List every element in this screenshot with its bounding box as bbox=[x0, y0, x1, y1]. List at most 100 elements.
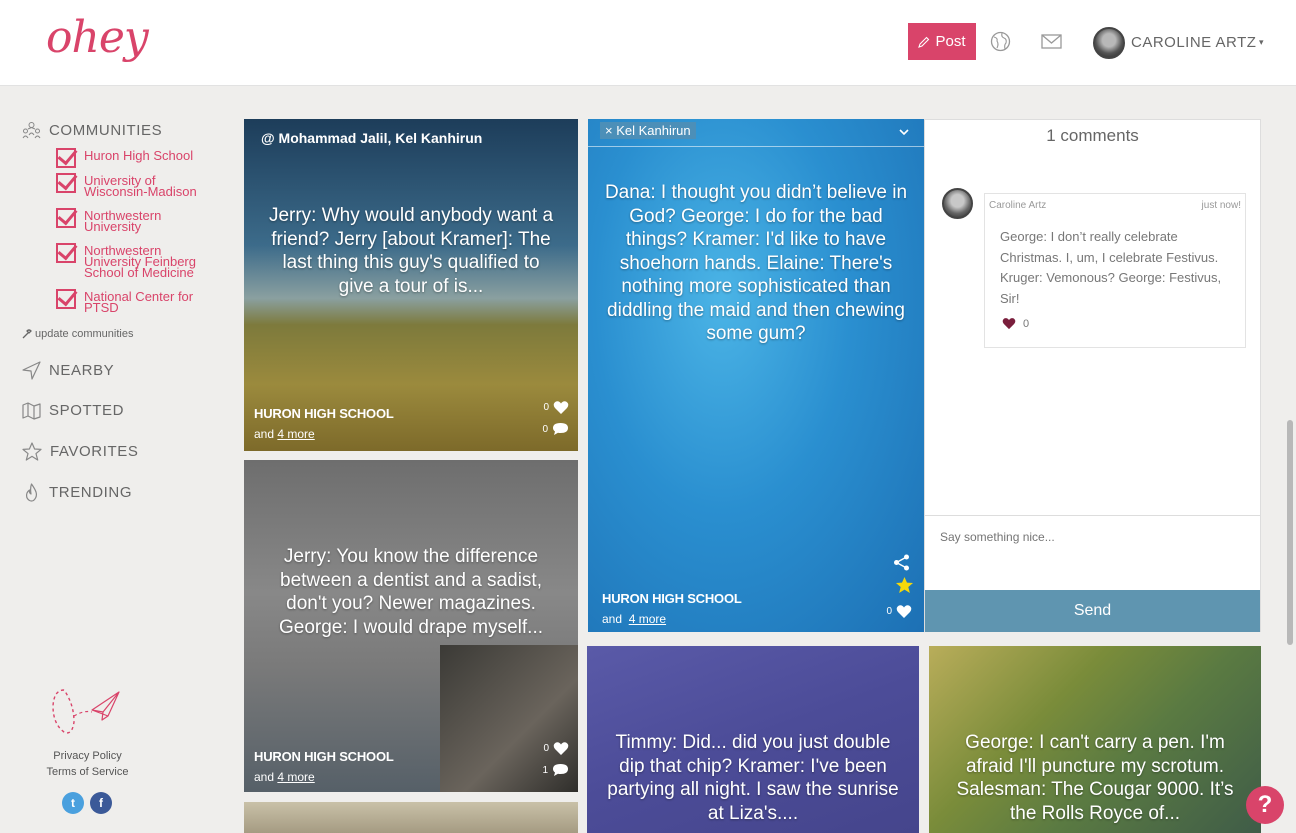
wrench-icon bbox=[22, 329, 32, 339]
community-item[interactable]: Huron High School bbox=[56, 148, 216, 168]
community-label: National Center for PTSD bbox=[84, 289, 194, 315]
update-communities-label: update communities bbox=[35, 328, 134, 340]
comment-count[interactable]: 0 bbox=[542, 422, 569, 436]
sidebar-item-label: NEARBY bbox=[49, 362, 115, 379]
like-count[interactable]: 0 bbox=[886, 604, 912, 619]
mention-label[interactable]: @ Mohammad Jalil, Kel Kanhirun bbox=[261, 130, 482, 146]
send-button[interactable]: Send bbox=[925, 590, 1260, 632]
heart-icon bbox=[553, 401, 569, 414]
like-count-value: 0 bbox=[886, 606, 892, 617]
post-card[interactable]: Jerry: You know the difference between a… bbox=[244, 460, 578, 792]
like-count-value: 0 bbox=[543, 743, 549, 754]
post-more-communities[interactable]: and 4 more bbox=[254, 427, 315, 441]
comment-avatar[interactable] bbox=[942, 188, 973, 219]
share-icon[interactable] bbox=[893, 554, 910, 575]
checkbox-checked-icon[interactable] bbox=[56, 289, 76, 309]
comment-count[interactable]: 1 bbox=[542, 763, 569, 777]
comment-count-value: 1 bbox=[542, 764, 548, 776]
sidebar-item-favorites[interactable]: FAVORITES bbox=[22, 442, 138, 461]
comment-bubble-icon bbox=[553, 764, 568, 776]
community-item[interactable]: Northwestern University bbox=[56, 208, 216, 233]
comment-input[interactable] bbox=[925, 515, 1260, 589]
pencil-icon bbox=[918, 36, 930, 48]
like-count[interactable]: 0 bbox=[543, 741, 569, 756]
post-card-expanded[interactable]: × Kel Kanhirun Dana: I thought you didn’… bbox=[588, 119, 924, 632]
logo[interactable]: ohey bbox=[46, 12, 149, 63]
more-link[interactable]: 4 more bbox=[277, 770, 314, 784]
star-filled-icon[interactable] bbox=[895, 576, 914, 598]
comment-like-count: 0 bbox=[1023, 317, 1030, 330]
and-label: and bbox=[602, 612, 623, 626]
sidebar-item-spotted[interactable]: SPOTTED bbox=[22, 401, 124, 420]
post-card[interactable]: @ Mohammad Jalil, Kel Kanhirun Jerry: Wh… bbox=[244, 119, 578, 451]
facebook-icon[interactable]: f bbox=[90, 792, 112, 814]
sidebar-item-trending[interactable]: TRENDING bbox=[22, 483, 132, 502]
help-button[interactable]: ? bbox=[1246, 786, 1284, 824]
post-card[interactable] bbox=[244, 802, 578, 833]
communities-label: COMMUNITIES bbox=[49, 122, 163, 139]
user-avatar[interactable] bbox=[1093, 27, 1125, 59]
navigation-arrow-icon bbox=[22, 361, 41, 380]
post-text: George: I can't carry a pen. I'm afraid … bbox=[956, 732, 1234, 824]
heart-icon bbox=[1002, 318, 1016, 330]
checkbox-checked-icon[interactable] bbox=[56, 173, 76, 193]
checkbox-checked-icon[interactable] bbox=[56, 243, 76, 263]
sidebar-item-communities[interactable]: COMMUNITIES bbox=[22, 121, 162, 140]
sidebar-item-label: SPOTTED bbox=[49, 402, 125, 419]
update-communities-link[interactable]: update communities bbox=[22, 328, 133, 340]
communities-icon bbox=[22, 122, 41, 139]
comment-like[interactable]: 0 bbox=[1002, 317, 1029, 330]
sidebar-item-nearby[interactable]: NEARBY bbox=[22, 361, 114, 380]
comment-author[interactable]: Caroline Artz bbox=[989, 200, 1046, 211]
globe-icon[interactable] bbox=[989, 30, 1011, 52]
scrollbar[interactable] bbox=[1287, 420, 1293, 645]
comment-count-value: 0 bbox=[542, 423, 548, 435]
heart-icon bbox=[553, 742, 569, 755]
comments-title: 1 comments bbox=[1046, 126, 1139, 145]
post-text: Dana: I thought you didn’t believe in Go… bbox=[604, 182, 908, 344]
mail-icon[interactable] bbox=[1040, 30, 1062, 52]
more-link[interactable]: 4 more bbox=[277, 427, 314, 441]
flame-icon bbox=[25, 483, 38, 502]
privacy-policy-link[interactable]: Privacy Policy bbox=[0, 748, 175, 764]
post-button-label: Post bbox=[935, 33, 966, 50]
checkbox-checked-icon[interactable] bbox=[56, 148, 76, 168]
community-label: Huron High School bbox=[84, 148, 194, 163]
user-name[interactable]: CAROLINE ARTZ bbox=[1131, 34, 1256, 51]
top-header: ohey Post CAROLINE ARTZ ▾ bbox=[0, 0, 1296, 86]
post-card[interactable]: George: I can't carry a pen. I'm afraid … bbox=[929, 646, 1261, 833]
comment-time: just now! bbox=[1201, 200, 1241, 211]
community-item[interactable]: National Center for PTSD bbox=[56, 289, 216, 315]
post-school[interactable]: HURON HIGH SCHOOL bbox=[602, 591, 742, 606]
post-school[interactable]: HURON HIGH SCHOOL bbox=[254, 749, 394, 764]
like-count[interactable]: 0 bbox=[543, 400, 569, 415]
user-menu-caret-icon[interactable]: ▾ bbox=[1259, 38, 1264, 48]
sidebar: COMMUNITIES Huron High School University… bbox=[0, 86, 232, 833]
community-item[interactable]: Northwestern University Feinberg School … bbox=[56, 243, 216, 279]
post-school[interactable]: HURON HIGH SCHOOL bbox=[254, 406, 394, 421]
sidebar-item-label: FAVORITES bbox=[50, 443, 139, 460]
mention-tag[interactable]: × Kel Kanhirun bbox=[600, 122, 696, 139]
star-icon bbox=[22, 442, 42, 461]
and-label: and bbox=[254, 770, 275, 784]
chevron-down-icon[interactable] bbox=[898, 123, 910, 142]
terms-of-service-link[interactable]: Terms of Service bbox=[0, 764, 175, 780]
more-link[interactable]: 4 more bbox=[629, 612, 666, 626]
community-item[interactable]: University of Wisconsin-Madison bbox=[56, 173, 216, 198]
comment-bubble-icon bbox=[553, 423, 568, 435]
post-more-communities[interactable]: and 4 more bbox=[602, 612, 666, 626]
post-text: Jerry: You know the difference between a… bbox=[278, 546, 543, 638]
divider bbox=[588, 146, 924, 147]
post-button[interactable]: Post bbox=[908, 23, 976, 60]
comments-panel: 1 comments Caroline Artz just now! Georg… bbox=[924, 119, 1261, 632]
checkbox-checked-icon[interactable] bbox=[56, 208, 76, 228]
and-label: and bbox=[254, 427, 275, 441]
like-count-value: 0 bbox=[543, 402, 549, 413]
paper-plane-logo-icon bbox=[52, 689, 120, 734]
post-card[interactable]: Timmy: Did... did you just double dip th… bbox=[587, 646, 919, 833]
comment-card: Caroline Artz just now! George: I don’t … bbox=[984, 193, 1246, 348]
map-icon bbox=[22, 402, 41, 420]
post-more-communities[interactable]: and 4 more bbox=[254, 770, 315, 784]
post-text: Jerry: Why would anybody want a friend? … bbox=[268, 205, 554, 297]
twitter-icon[interactable]: t bbox=[62, 792, 84, 814]
